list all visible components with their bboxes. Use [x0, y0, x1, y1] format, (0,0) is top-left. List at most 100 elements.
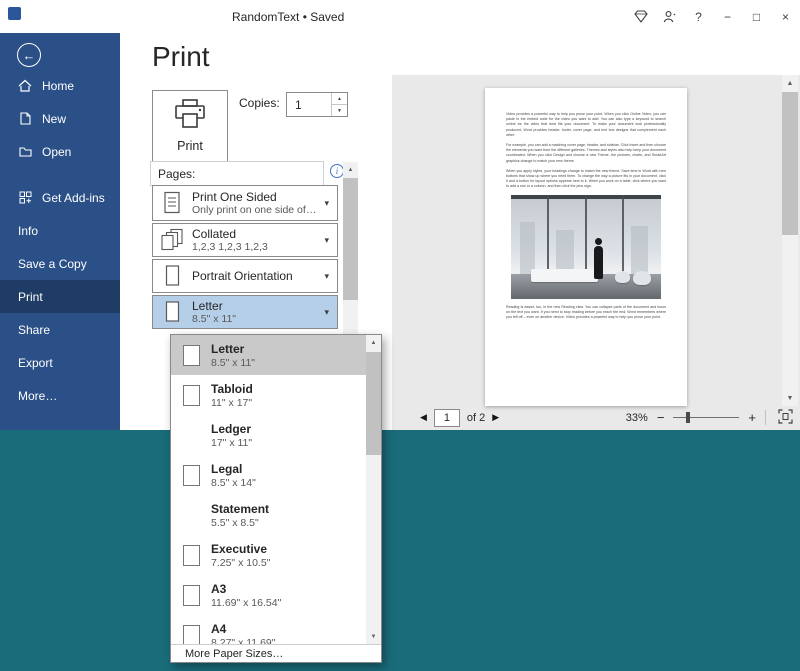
close-button[interactable]: × [771, 0, 800, 33]
scroll-down-button[interactable]: ▼ [782, 390, 798, 406]
paper-dimensions: 8.5" x 14" [211, 477, 256, 489]
sidebar-item-label: Info [18, 224, 38, 238]
pages-info-icon[interactable]: i [330, 164, 344, 178]
back-button[interactable]: ← [17, 43, 41, 67]
paper-option-legal[interactable]: Legal 8.5" x 14" [171, 455, 366, 495]
sidebar-item-share[interactable]: Share [0, 313, 120, 346]
minimize-button[interactable]: − [713, 0, 742, 33]
previous-page-icon: ◀ [420, 412, 427, 422]
add-ins-grid-icon [18, 191, 32, 204]
page-portrait-icon [183, 545, 200, 566]
sidebar-item-label: Open [42, 145, 71, 159]
collation-dropdown[interactable]: Collated 1,2,3 1,2,3 1,2,3 ▾ [152, 223, 338, 257]
zoom-in-icon: + [748, 410, 756, 425]
scrollbar-thumb[interactable] [782, 92, 798, 235]
document-preview-page: Video provides a powerful way to help yo… [485, 88, 687, 406]
paper-dimensions: 11" x 17" [211, 397, 253, 409]
page-icon-placeholder [183, 425, 200, 446]
sidebar-item-label: Share [18, 323, 50, 337]
document-photo [511, 195, 661, 299]
scroll-down-button[interactable]: ▼ [366, 629, 381, 644]
paper-size-list: Letter 8.5" x 11" Tabloid 11" x 17" Ledg… [171, 335, 366, 644]
sidebar-item-export[interactable]: Export [0, 346, 120, 379]
paper-name: A3 [211, 582, 281, 596]
sidebar-item-info[interactable]: Info [0, 214, 120, 247]
sidebar-item-label: Home [42, 79, 74, 93]
paper-dimensions: 5.5" x 8.5" [211, 517, 269, 529]
maximize-button[interactable]: □ [742, 0, 771, 33]
chevron-down-icon: ▾ [324, 307, 329, 318]
sidebar-item-save-a-copy[interactable]: Save a Copy [0, 247, 120, 280]
preview-paragraph: For example, you can add a matching cove… [506, 143, 666, 164]
zoom-out-button[interactable]: − [657, 411, 665, 424]
coming-soon-button[interactable] [626, 0, 655, 33]
paper-dimensions: 17" x 11" [211, 437, 252, 449]
current-page-input[interactable]: 1 [434, 409, 460, 427]
more-paper-sizes-button[interactable]: More Paper Sizes… [171, 644, 381, 662]
page-portrait-icon [183, 625, 200, 645]
scroll-up-icon: ▲ [787, 80, 794, 87]
sidebar-item-label: New [42, 112, 66, 126]
window-controls: ? − □ × [626, 0, 800, 33]
paper-size-icon [160, 300, 184, 324]
paper-option-executive[interactable]: Executive 7.25" x 10.5" [171, 535, 366, 575]
zoom-in-button[interactable]: + [748, 411, 756, 424]
paper-name: Legal [211, 462, 256, 476]
page-title: Print [152, 41, 210, 73]
feedback-person-icon [663, 10, 677, 23]
sidebar-item-new[interactable]: New [0, 102, 120, 135]
paper-option-a3[interactable]: A3 11.69" x 16.54" [171, 575, 366, 615]
zoom-level[interactable]: 33% [626, 412, 648, 424]
paper-size-dropdown[interactable]: Letter 8.5" x 11" ▾ [152, 295, 338, 329]
paper-option-ledger[interactable]: Ledger 17" x 11" [171, 415, 366, 455]
help-button[interactable]: ? [684, 0, 713, 33]
page-portrait-icon [183, 345, 200, 366]
paper-dimensions: 11.69" x 16.54" [211, 597, 281, 609]
setting-title: Letter [192, 299, 316, 313]
feedback-button[interactable] [655, 0, 684, 33]
orientation-dropdown[interactable]: Portrait Orientation ▾ [152, 259, 338, 293]
previous-page-button[interactable]: ◀ [420, 412, 427, 423]
paper-option-statement[interactable]: Statement 5.5" x 8.5" [171, 495, 366, 535]
print-sides-dropdown[interactable]: Print One Sided Only print on one side o… [152, 185, 338, 221]
sidebar-item-print[interactable]: Print [0, 280, 120, 313]
setting-subtitle: 1,2,3 1,2,3 1,2,3 [192, 241, 316, 253]
spin-up-icon: ▲ [337, 96, 342, 102]
sidebar-item-label: Get Add-ins [42, 191, 105, 205]
paper-option-tabloid[interactable]: Tabloid 11" x 17" [171, 375, 366, 415]
scrollbar-thumb[interactable] [343, 178, 358, 300]
next-page-button[interactable]: ▶ [492, 412, 499, 423]
scroll-up-button[interactable]: ▲ [343, 162, 358, 177]
close-icon: × [782, 10, 789, 24]
sidebar-item-home[interactable]: Home [0, 69, 120, 102]
home-icon [18, 79, 32, 92]
paper-name: Tabloid [211, 382, 253, 396]
paper-name: Executive [211, 542, 270, 556]
sidebar-item-more[interactable]: More… [0, 379, 120, 412]
paper-option-a4[interactable]: A4 8.27" x 11.69" [171, 615, 366, 644]
sidebar-item-label: More… [18, 389, 57, 403]
copies-decrement-button[interactable]: ▼ [332, 104, 347, 116]
scrollbar-thumb[interactable] [366, 352, 381, 455]
pages-input[interactable]: Pages: [150, 161, 324, 186]
sidebar-item-label: Export [18, 356, 53, 370]
page-icon-placeholder [183, 505, 200, 526]
page-portrait-icon [183, 585, 200, 606]
paper-option-letter[interactable]: Letter 8.5" x 11" [171, 335, 366, 375]
zoom-slider[interactable] [673, 411, 739, 424]
zoom-to-page-button[interactable] [775, 408, 795, 428]
scroll-up-button[interactable]: ▲ [366, 335, 381, 350]
sidebar-item-open[interactable]: Open [0, 135, 120, 168]
paper-menu-scrollbar[interactable]: ▲ ▼ [366, 335, 381, 644]
copies-value[interactable]: 1 [287, 93, 331, 116]
desktop: RandomText • Saved ? − □ × [0, 0, 800, 671]
copies-stepper[interactable]: 1 ▲ ▼ [286, 92, 348, 117]
print-button[interactable]: Print [152, 90, 228, 162]
zoom-slider-thumb[interactable] [686, 412, 690, 423]
sidebar-item-get-add-ins[interactable]: Get Add-ins [0, 181, 120, 214]
sidebar-divider [0, 168, 120, 181]
page-navigation: ◀ 1 of 2 ▶ [420, 409, 499, 427]
preview-scrollbar[interactable]: ▲ ▼ [782, 75, 798, 406]
copies-increment-button[interactable]: ▲ [332, 93, 347, 104]
scroll-up-button[interactable]: ▲ [782, 75, 798, 91]
